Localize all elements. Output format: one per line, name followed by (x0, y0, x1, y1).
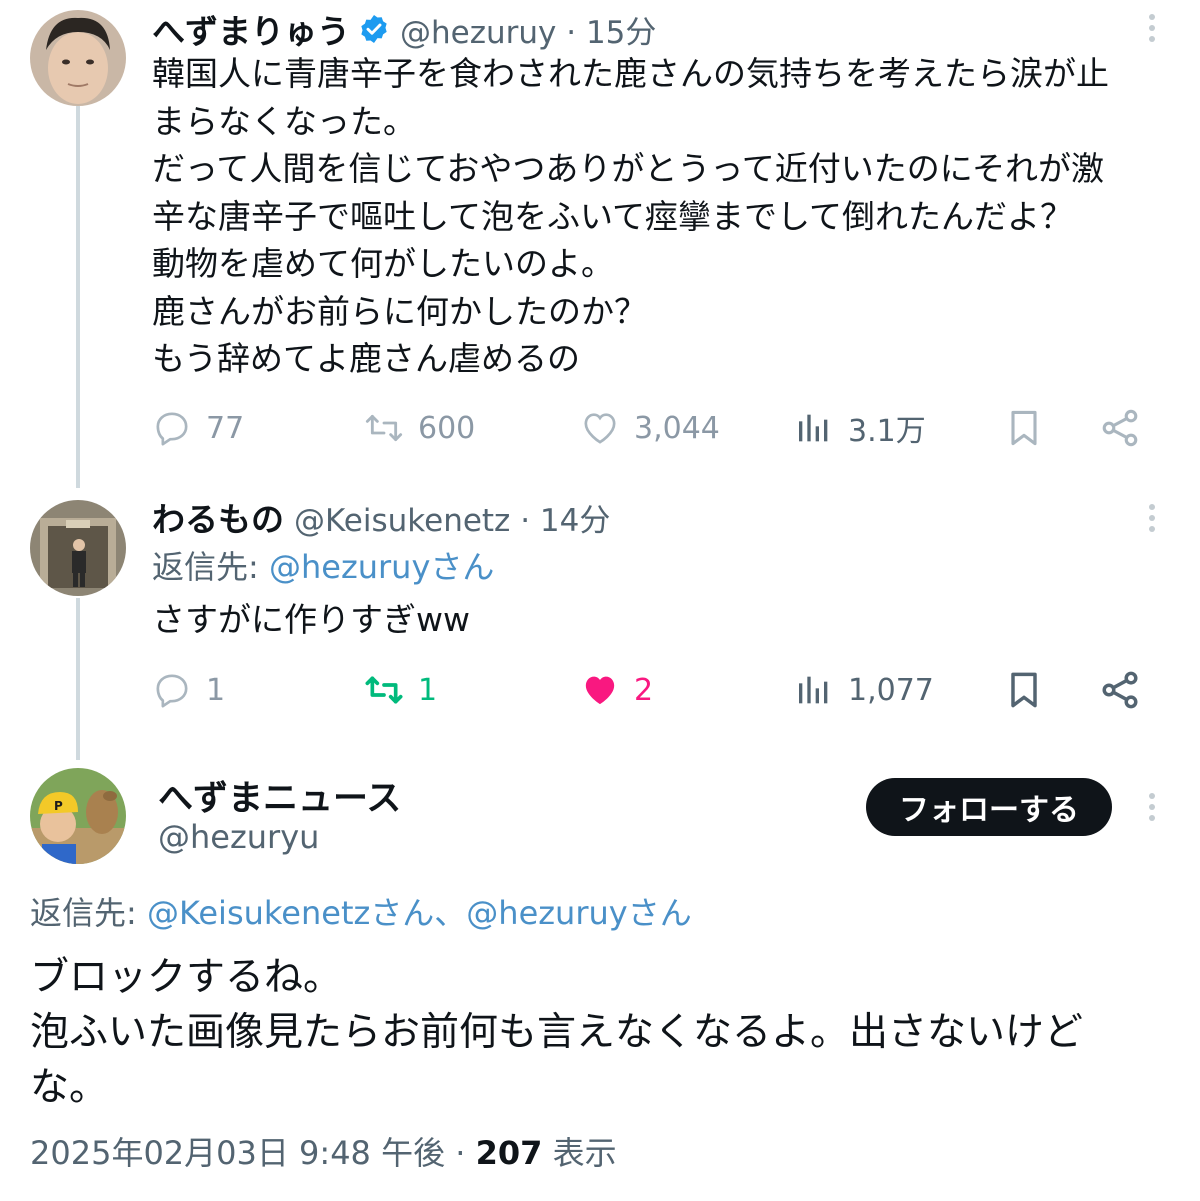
text-line: 泡ふいた画像見たらお前何も言えなくなるよ。出さないけど (30, 1010, 1084, 1055)
retweet-icon (365, 414, 403, 442)
analytics-icon (799, 676, 828, 704)
reply-count: 77 (206, 410, 245, 446)
like-button[interactable]: 3,044 (580, 398, 720, 458)
author-handle-time[interactable]: @Keisukenetz · 14分 (294, 495, 610, 540)
author-name[interactable]: へずまニュース (158, 770, 401, 821)
view-label: 表示 (542, 1134, 617, 1172)
like-count: 2 (634, 672, 654, 708)
bookmark-icon[interactable] (1002, 668, 1046, 712)
like-count: 3,044 (634, 410, 720, 446)
thread-connector-line (76, 598, 80, 760)
mention-link[interactable]: @hezuruyさん (269, 548, 494, 586)
text-line: な。 (30, 1065, 109, 1110)
mention-link[interactable]: @Keisukenetzさん、@hezuruyさん (147, 894, 692, 932)
follow-button[interactable]: フォローする (866, 778, 1112, 836)
tweet2-header: わるもの @Keisukenetz · 14分 (152, 492, 610, 542)
retweet-button[interactable]: 600 (364, 398, 475, 458)
tweet-timestamp[interactable]: 2025年02月03日 9:48 午後 · 207 表示 (30, 1128, 617, 1174)
text-line: さすがに作りすぎww (152, 600, 470, 639)
text-line: 鹿さんがお前らに何かしたのか？ (152, 291, 647, 331)
retweet-button[interactable]: 1 (364, 660, 437, 720)
text-line: まらなくなった。 (152, 101, 416, 141)
reply-to-prefix: 返信先: (30, 894, 147, 932)
timestamp-text: 2025年02月03日 9:48 午後 · (30, 1134, 476, 1172)
reply-count: 1 (206, 672, 226, 708)
heart-filled-icon (585, 676, 615, 705)
view-count: 207 (475, 1134, 543, 1172)
more-options-icon[interactable] (1142, 498, 1162, 538)
text-line: 韓国人に青唐辛子を食わされた鹿さんの気持ちを考えたら涙が止 (152, 54, 1109, 93)
reply-icon (156, 674, 188, 708)
reply-button[interactable]: 77 (152, 398, 244, 458)
retweet-count: 600 (418, 410, 476, 446)
retweet-icon (365, 676, 403, 704)
author-name[interactable]: わるもの (152, 493, 284, 541)
tweet2-actions: 1 1 2 1,077 (152, 660, 1160, 720)
bookmark-icon[interactable] (1002, 406, 1046, 450)
share-icon[interactable] (1098, 668, 1142, 712)
views-count: 3.1万 (848, 414, 926, 449)
avatar-hezuruy[interactable] (30, 10, 126, 106)
author-handle-time[interactable]: @hezuruy · 15分 (400, 7, 656, 52)
avatar-keisukenetz[interactable] (30, 500, 126, 596)
author-handle[interactable]: @hezuryu (158, 818, 319, 856)
thread-connector-line (76, 106, 80, 488)
text-line: 動物を虐めて何がしたいのよ。 (152, 244, 614, 283)
reply-icon (156, 412, 188, 446)
reply-to-line: 返信先: @hezuruyさん (152, 542, 494, 588)
views-button[interactable]: 1,077 (794, 660, 934, 720)
text-line: 辛な唐辛子で嘔吐して泡をふいて痙攣までして倒れたんだよ？ (152, 196, 1074, 236)
tweet1-header: へずまりゅう @hezuruy · 15分 (152, 4, 656, 54)
views-count: 1,077 (848, 672, 934, 708)
reply-to-prefix: 返信先: (152, 548, 269, 586)
text-line: だって人間を信じておやつありがとうって近付いたのにそれが激 (152, 149, 1105, 188)
tweet3-text: ブロックするね。 泡ふいた画像見たらお前何も言えなくなるよ。出さないけど な。 (30, 950, 1170, 1115)
views-button[interactable]: 3.1万 (794, 398, 926, 458)
tweet1-actions: 77 600 3,044 3.1万 (152, 398, 1160, 458)
tweet1-text: 韓国人に青唐辛子を食わされた鹿さんの気持ちを考えたら涙が止 まらなくなった。 だ… (152, 50, 1182, 383)
avatar-hezuryu[interactable]: P (30, 768, 126, 864)
verified-badge-icon (358, 13, 390, 45)
like-button[interactable]: 2 (580, 660, 653, 720)
reply-to-line: 返信先: @Keisukenetzさん、@hezuruyさん (30, 888, 692, 934)
text-line: ブロックするね。 (30, 955, 343, 1000)
tweet2-text: さすがに作りすぎww (152, 596, 1182, 644)
reply-button[interactable]: 1 (152, 660, 225, 720)
more-options-icon[interactable] (1142, 8, 1162, 48)
analytics-icon (799, 414, 828, 442)
svg-text:P: P (54, 799, 63, 813)
tweet-thread: へずまりゅう @hezuruy · 15分 韓国人に青唐辛子を食わされた鹿さんの… (0, 0, 1200, 1201)
author-name[interactable]: へずまりゅう (152, 5, 350, 53)
share-icon[interactable] (1098, 406, 1142, 450)
retweet-count: 1 (418, 672, 438, 708)
heart-icon (584, 413, 616, 444)
text-line: もう辞めてよ鹿さん虐めるの (152, 339, 581, 378)
more-options-icon[interactable] (1142, 787, 1162, 827)
